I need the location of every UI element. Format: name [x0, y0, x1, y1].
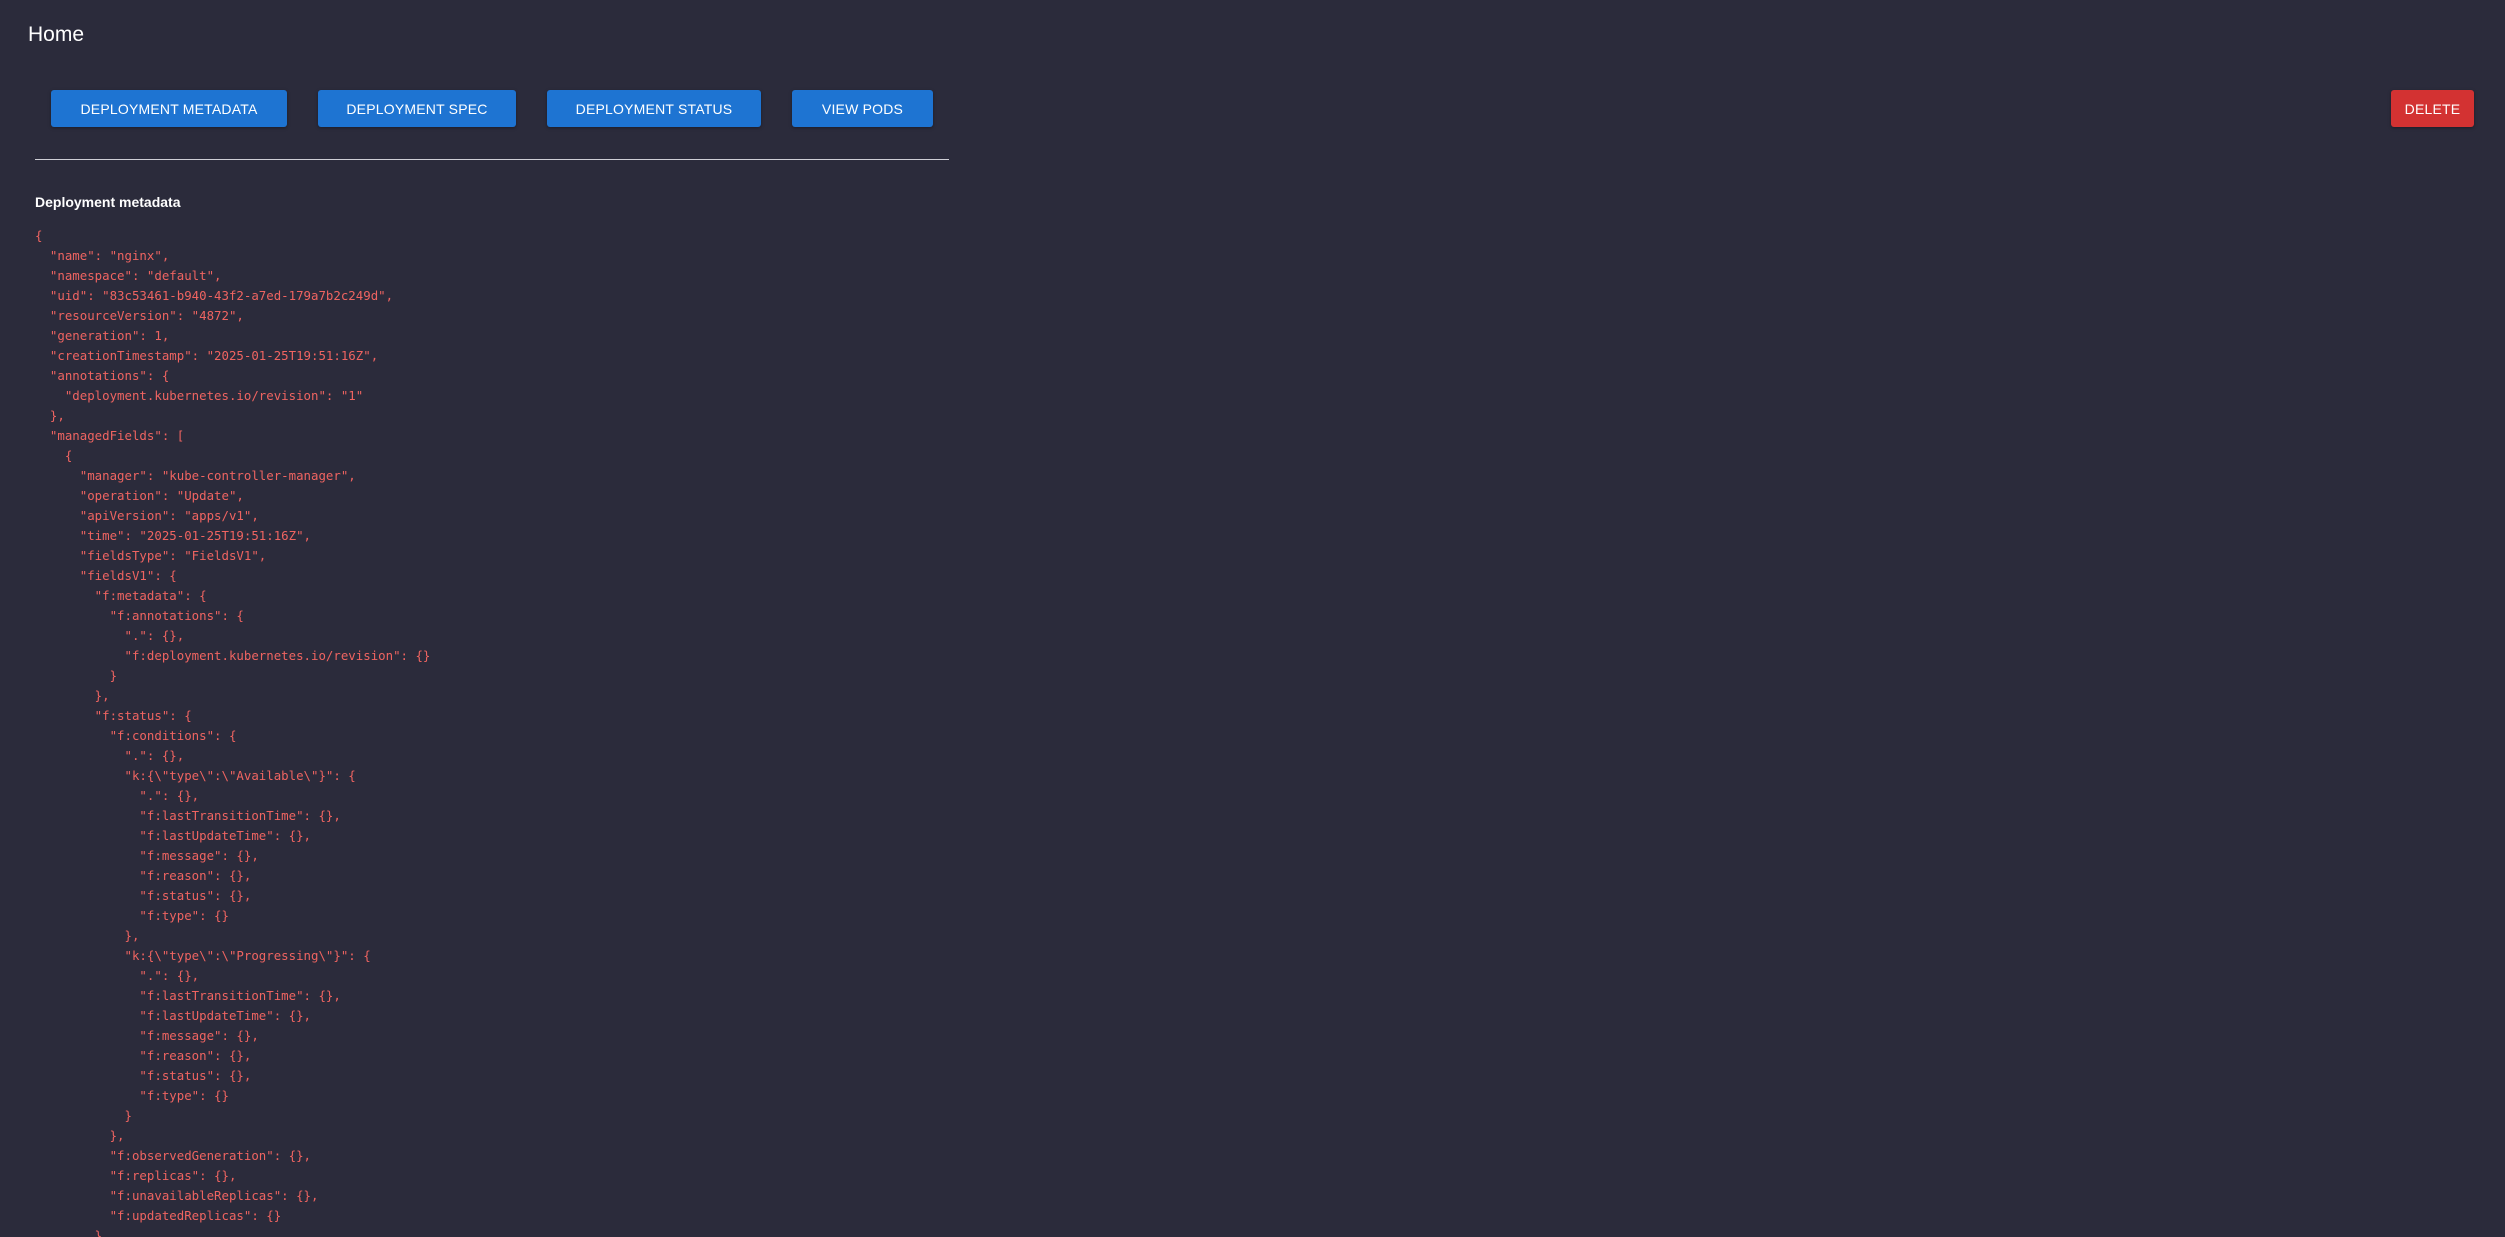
- deployment-status-button[interactable]: DEPLOYMENT STATUS: [547, 90, 761, 127]
- section-divider: [35, 159, 949, 160]
- page-title: Home: [28, 23, 85, 46]
- section-heading: Deployment metadata: [35, 194, 181, 210]
- deployment-spec-button[interactable]: DEPLOYMENT SPEC: [318, 90, 516, 127]
- delete-button[interactable]: DELETE: [2391, 90, 2474, 127]
- view-pods-button[interactable]: VIEW PODS: [792, 90, 933, 127]
- page: Home DEPLOYMENT METADATA DEPLOYMENT SPEC…: [0, 0, 2505, 1237]
- deployment-metadata-json: { "name": "nginx", "namespace": "default…: [35, 228, 431, 1237]
- deployment-metadata-button[interactable]: DEPLOYMENT METADATA: [51, 90, 287, 127]
